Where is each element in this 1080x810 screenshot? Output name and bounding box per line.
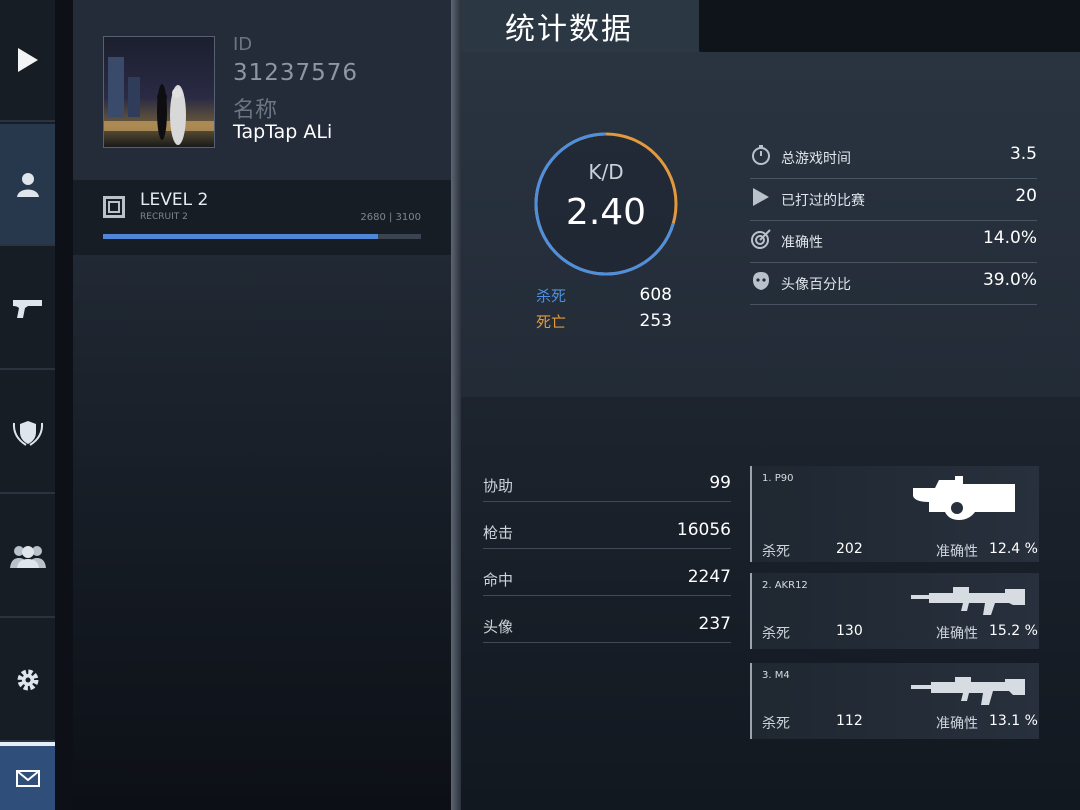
nav-mail[interactable] xyxy=(0,742,55,810)
weapon-name: 2. AKR12 xyxy=(762,580,808,591)
target-icon xyxy=(751,229,771,249)
weapon-accuracy-label: 准确性 xyxy=(936,626,978,642)
misc-row-shots: 枪击 16056 xyxy=(483,514,731,549)
weapon-kills-label: 杀死 xyxy=(762,544,790,560)
m4-icon xyxy=(911,677,1025,705)
page-title: 统计数据 xyxy=(505,12,633,47)
kd-label: K/D xyxy=(588,160,624,184)
akr12-icon xyxy=(911,587,1025,615)
weapon-accuracy: 13.1 % xyxy=(989,713,1038,729)
stat-label: 头像百分比 xyxy=(781,277,851,293)
nav-play[interactable] xyxy=(0,0,55,122)
kd-value: 2.40 xyxy=(565,192,647,233)
stat-row-playtime: 总游戏时间 3.5 xyxy=(750,136,1037,179)
level-rank: RECRUIT 2 xyxy=(140,212,188,222)
misc-label: 协助 xyxy=(483,477,514,495)
xp-text: 2680 | 3100 xyxy=(360,212,421,223)
pistol-icon xyxy=(12,300,42,318)
misc-value: 99 xyxy=(709,473,731,493)
head-icon xyxy=(753,272,769,290)
kills-label: 杀死 xyxy=(536,287,567,305)
misc-value: 16056 xyxy=(676,520,731,540)
nav-achievements[interactable] xyxy=(0,372,55,494)
profile-icon xyxy=(16,173,39,197)
stopwatch-icon xyxy=(752,145,770,165)
weapon-kills: 130 xyxy=(836,623,863,639)
weapon-card-m4[interactable]: 3. M4 杀死 112 准确性 13.1 % xyxy=(750,663,1039,739)
p90-icon xyxy=(913,476,1015,520)
weapon-name: 1. P90 xyxy=(762,473,794,484)
level-title: LEVEL 2 xyxy=(140,190,209,210)
stat-row-matches: 已打过的比赛 20 xyxy=(750,178,1037,221)
gear-icon xyxy=(17,669,38,691)
id-label: ID xyxy=(233,34,253,55)
stat-row-accuracy: 准确性 14.0% xyxy=(750,220,1037,263)
emblem-icon xyxy=(12,421,43,446)
profile-card: ID 31237576 名称 TapTap ALi LEVEL 2 RECRUI… xyxy=(73,0,451,255)
xp-progress-bar xyxy=(103,234,421,239)
weapon-kills-label: 杀死 xyxy=(762,626,790,642)
deaths-row: 死亡 253 xyxy=(536,311,672,333)
nav-settings[interactable] xyxy=(0,620,55,742)
nav-weapons[interactable] xyxy=(0,248,55,370)
level-bar: LEVEL 2 RECRUIT 2 2680 | 3100 xyxy=(73,180,451,255)
stat-value: 3.5 xyxy=(1009,144,1037,164)
play-triangle-icon xyxy=(753,188,769,206)
weapon-accuracy: 12.4 % xyxy=(989,541,1038,557)
misc-label: 枪击 xyxy=(483,524,514,542)
weapon-kills: 202 xyxy=(836,541,863,557)
weapon-name: 3. M4 xyxy=(762,670,790,681)
misc-row-assists: 协助 99 xyxy=(483,467,731,502)
weapon-card-akr12[interactable]: 2. AKR12 杀死 130 准确性 15.2 % xyxy=(750,573,1039,649)
weapon-card-p90[interactable]: 1. P90 杀死 202 准确性 12.4 % xyxy=(750,466,1039,562)
misc-row-headshots: 头像 237 xyxy=(483,608,731,643)
name-value: TapTap ALi xyxy=(233,121,333,143)
avatar[interactable] xyxy=(103,36,215,148)
side-nav xyxy=(0,0,55,810)
weapon-accuracy-label: 准确性 xyxy=(936,544,978,560)
nav-profile[interactable] xyxy=(0,124,55,246)
weapon-accuracy: 15.2 % xyxy=(989,623,1038,639)
weapon-kills: 112 xyxy=(836,713,863,729)
kills-value: 608 xyxy=(639,285,672,305)
misc-label: 头像 xyxy=(483,618,514,636)
misc-value: 2247 xyxy=(687,567,731,587)
level-badge-icon xyxy=(103,196,125,218)
stat-row-headshot: 头像百分比 39.0% xyxy=(750,262,1037,305)
stat-value: 14.0% xyxy=(982,228,1037,248)
nav-divider xyxy=(55,0,73,810)
deaths-label: 死亡 xyxy=(536,313,567,331)
name-label: 名称 xyxy=(233,98,278,123)
play-icon xyxy=(17,48,38,72)
xp-progress-fill xyxy=(103,234,379,239)
weapon-accuracy-label: 准确性 xyxy=(936,716,978,732)
squad-icon xyxy=(9,546,46,568)
deaths-value: 253 xyxy=(639,311,672,331)
nav-squad[interactable] xyxy=(0,496,55,618)
weapon-kills-label: 杀死 xyxy=(762,716,790,732)
mail-icon xyxy=(15,769,40,787)
stat-label: 总游戏时间 xyxy=(781,151,851,167)
kills-row: 杀死 608 xyxy=(536,285,672,307)
misc-label: 命中 xyxy=(483,571,514,589)
id-value: 31237576 xyxy=(233,60,359,86)
misc-row-hits: 命中 2247 xyxy=(483,561,731,596)
stat-label: 准确性 xyxy=(781,235,823,251)
stat-label: 已打过的比赛 xyxy=(781,193,865,209)
misc-value: 237 xyxy=(698,614,731,634)
panel-divider xyxy=(451,0,461,810)
stat-value: 20 xyxy=(1015,186,1037,206)
stat-value: 39.0% xyxy=(982,270,1037,290)
